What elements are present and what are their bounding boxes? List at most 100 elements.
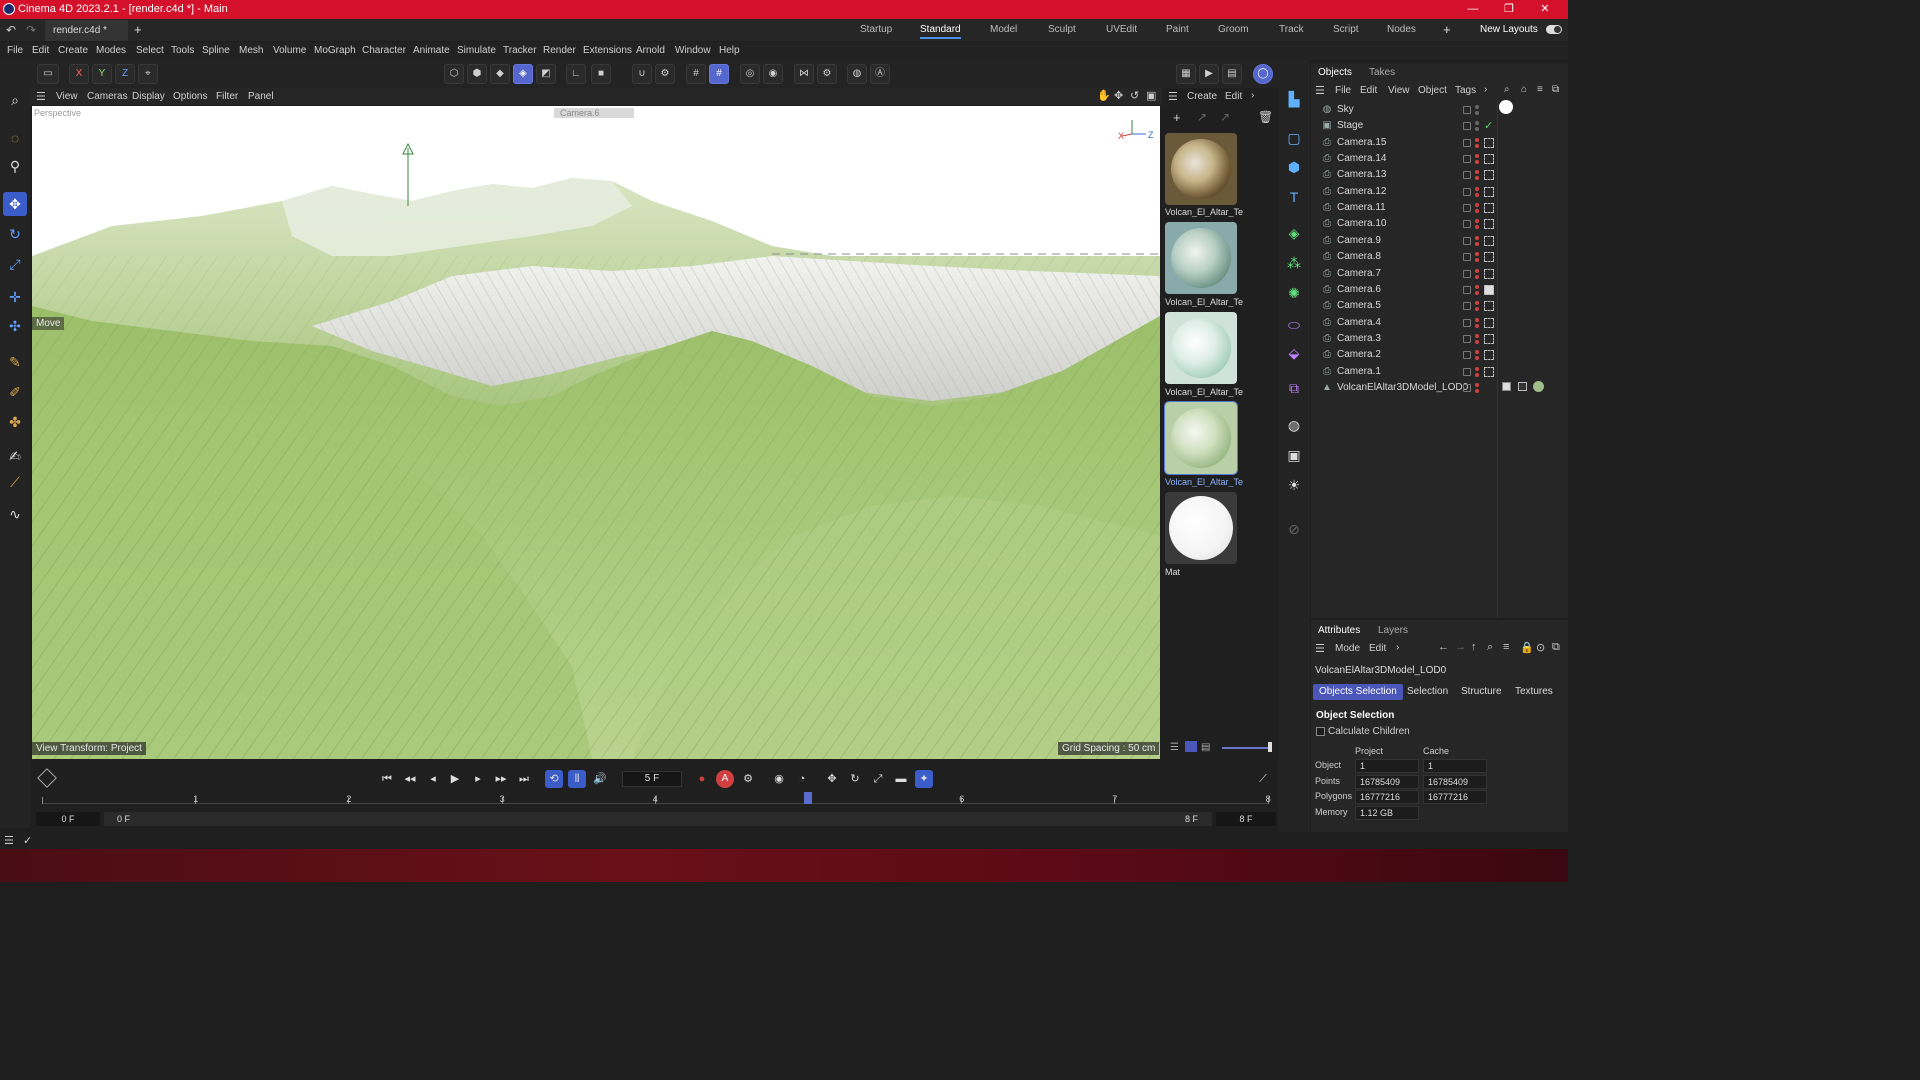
rotation-key-icon[interactable]: ↻ [846, 770, 864, 788]
scale-tool-icon[interactable]: ⤢ [3, 252, 27, 276]
attributes-more-icon[interactable]: › [1396, 642, 1399, 653]
y-axis-button[interactable]: Y [92, 64, 112, 84]
render-active-view-icon[interactable]: ▦ [1176, 64, 1196, 84]
object-row[interactable]: ▣ Stage [1322, 118, 1567, 134]
record-icon[interactable]: ● [693, 770, 711, 788]
attributes-edit-menu[interactable]: Edit [1369, 643, 1386, 654]
material-more-icon[interactable]: › [1251, 90, 1254, 101]
menu-mograph[interactable]: MoGraph [314, 45, 356, 56]
object-row[interactable]: ⎙ Camera.9 [1322, 233, 1567, 249]
layout-tab-nodes[interactable]: Nodes [1387, 24, 1416, 35]
environment-icon[interactable]: ◍ [1283, 414, 1305, 436]
object-row[interactable]: ⎙ Camera.7 [1322, 266, 1567, 282]
status-menu-icon[interactable]: ☰ [4, 834, 14, 847]
menu-character[interactable]: Character [362, 45, 406, 56]
material-swatch-3[interactable] [1165, 312, 1237, 384]
camera-target-tag-icon[interactable] [1484, 350, 1494, 361]
subdivision-icon[interactable]: ◈ [1283, 222, 1305, 244]
visibility-checkbox[interactable] [1463, 187, 1471, 196]
object-row[interactable]: ⎙ Camera.8 [1322, 249, 1567, 265]
visibility-checkbox[interactable] [1463, 253, 1471, 262]
keyframe-selection-icon[interactable]: ◉ [770, 770, 788, 788]
render-visibility-dot[interactable] [1475, 274, 1479, 279]
menu-extensions[interactable]: Extensions [583, 45, 632, 56]
objects-menu-view[interactable]: View [1388, 85, 1410, 96]
close-button[interactable]: ✕ [1530, 1, 1560, 18]
subtab-objects-selection[interactable]: Objects Selection [1313, 684, 1403, 700]
viewport-menu-panel[interactable]: Panel [248, 91, 274, 102]
menu-create[interactable]: Create [58, 45, 88, 56]
menu-file[interactable]: File [7, 45, 23, 56]
camera-target-tag-icon[interactable] [1484, 268, 1494, 279]
add-tab-button[interactable]: + [134, 22, 142, 37]
end-frame-field[interactable]: 8 F [1216, 812, 1276, 826]
start-frame-field[interactable]: 0 F [36, 812, 100, 826]
grid-snap-icon[interactable]: # [686, 64, 706, 84]
large-view-icon[interactable]: ▤ [1201, 742, 1210, 753]
up-arrow-icon[interactable]: ↑ [1471, 641, 1477, 653]
visibility-checkbox[interactable] [1463, 302, 1471, 311]
attr-project-object[interactable]: 1 [1355, 759, 1419, 773]
camera-target-tag-icon[interactable] [1484, 219, 1494, 230]
render-settings-icon[interactable]: ▤ [1222, 64, 1242, 84]
attributes-search-icon[interactable]: ⌕ [1487, 641, 1493, 654]
visibility-checkbox[interactable] [1463, 220, 1471, 229]
object-row[interactable]: ◍ Sky [1322, 102, 1567, 118]
workplane-snap-icon[interactable]: # [709, 64, 729, 84]
command-palette-icon[interactable]: ▭ [37, 64, 59, 84]
axis-mode-icon[interactable]: ∟ [566, 64, 586, 84]
fcurve-icon[interactable]: ⟋ [1254, 770, 1272, 788]
render-to-picture-viewer-icon[interactable]: ▶ [1199, 64, 1219, 84]
visibility-checkbox[interactable] [1463, 318, 1471, 327]
viewport-menu-options[interactable]: Options [173, 91, 207, 102]
viewport-menu-display[interactable]: Display [132, 91, 165, 102]
objects-menu-file[interactable]: File [1335, 85, 1351, 96]
camera-target-tag-icon[interactable] [1484, 235, 1494, 246]
texture-mode-icon[interactable]: ◩ [536, 64, 556, 84]
visibility-checkbox[interactable] [1463, 269, 1471, 278]
text-object-icon[interactable]: T [1283, 186, 1305, 208]
subtab-textures[interactable]: Textures [1509, 684, 1559, 700]
polygons-mode-icon[interactable]: ◆ [490, 64, 510, 84]
object-row[interactable]: ⎙ Camera.6 [1322, 282, 1567, 298]
current-frame-field[interactable]: 5 F [622, 771, 682, 787]
attr-cache-object[interactable]: 1 [1423, 759, 1487, 773]
point-level-key-icon[interactable]: ✦ [915, 770, 933, 788]
menu-animate[interactable]: Animate [413, 45, 450, 56]
tweak-tool-icon[interactable]: ⚲ [3, 154, 27, 178]
material-swatch-4[interactable] [1164, 401, 1238, 475]
attr-project-memory[interactable]: 1.12 GB [1355, 805, 1419, 820]
object-row[interactable]: ⎙ Camera.15 [1322, 135, 1567, 151]
objects-menu-edit[interactable]: Edit [1360, 85, 1377, 96]
camera-target-tag-icon[interactable] [1484, 252, 1494, 263]
knife-tool-icon[interactable]: ⟋ [3, 470, 27, 494]
maximize-button[interactable]: ❐ [1494, 1, 1524, 18]
camera-target-tag-icon[interactable] [1484, 203, 1494, 214]
previous-frame-icon[interactable]: ◂ [424, 770, 442, 788]
camera-target-tag-icon[interactable] [1484, 170, 1494, 181]
attr-project-points[interactable]: 16785409 [1355, 774, 1419, 789]
menu-arnold[interactable]: Arnold [636, 45, 665, 56]
camera-target-tag-icon[interactable] [1484, 317, 1494, 328]
phong-tag-icon[interactable] [1502, 381, 1511, 391]
material-link-icon[interactable]: ↗ [1197, 110, 1207, 124]
layout-tab-standard[interactable]: Standard [920, 24, 961, 39]
interactive-render-icon[interactable]: ◯ [1253, 64, 1273, 84]
object-row[interactable]: ⎙ Camera.4 [1322, 315, 1567, 331]
delete-material-icon[interactable]: 🗑 [1258, 110, 1273, 124]
magnet-icon[interactable]: ∪ [632, 64, 652, 84]
visibility-checkbox[interactable] [1463, 383, 1471, 392]
layout-tab-sculpt[interactable]: Sculpt [1048, 24, 1076, 35]
layout-tab-groom[interactable]: Groom [1218, 24, 1249, 35]
attr-cache-polygons[interactable]: 16777216 [1423, 790, 1487, 804]
editor-visibility-dot[interactable] [1475, 137, 1479, 142]
visibility-checkbox[interactable] [1463, 285, 1471, 294]
mograph-icon[interactable]: ✺ [1283, 282, 1305, 304]
visibility-checkbox[interactable] [1463, 351, 1471, 360]
objects-search-icon[interactable]: ⌕ [1504, 84, 1510, 95]
attributes-settings-icon[interactable]: ⊙ [1536, 641, 1545, 654]
object-row[interactable]: ⎙ Camera.14 [1322, 151, 1567, 167]
visibility-checkbox[interactable] [1463, 171, 1471, 180]
render-visibility-dot[interactable] [1475, 143, 1479, 148]
snap-settings-icon[interactable]: ⚙ [655, 64, 675, 84]
